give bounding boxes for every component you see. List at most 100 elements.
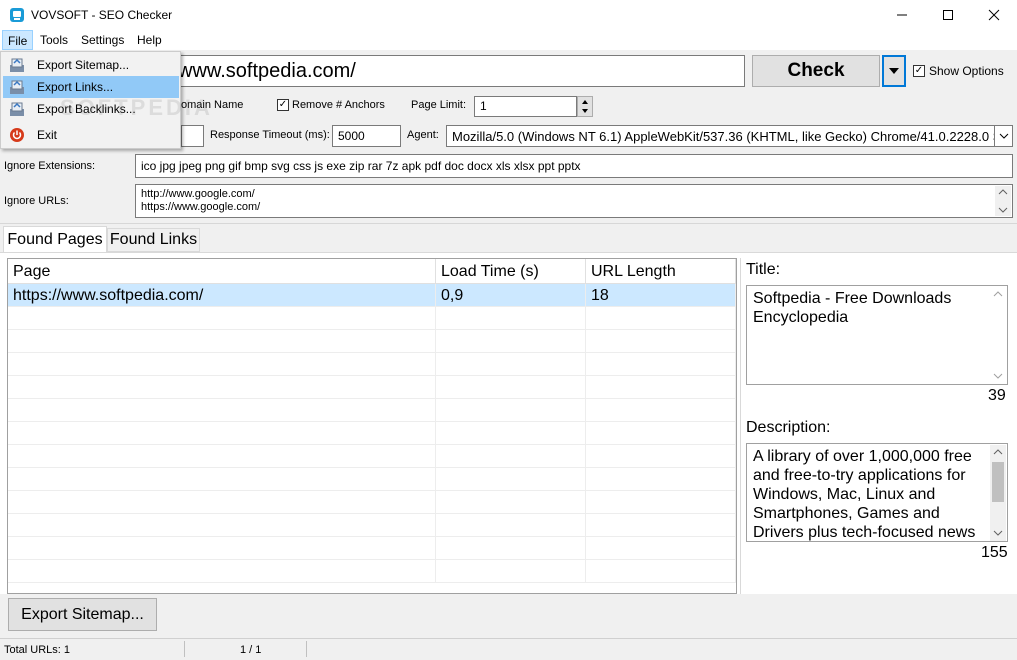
ignore-urls-label: Ignore URLs:: [4, 195, 69, 207]
domain-name-label: omain Name: [181, 99, 244, 111]
minimize-icon: [897, 14, 907, 16]
empty-cell: [436, 514, 586, 537]
menu-file[interactable]: File: [2, 30, 34, 50]
empty-cell: [8, 330, 436, 353]
empty-cell: [586, 376, 736, 399]
column-header-load-time[interactable]: Load Time (s): [436, 259, 586, 284]
column-header-page[interactable]: Page: [8, 259, 436, 284]
response-timeout-input[interactable]: 5000: [332, 125, 401, 147]
menu-help[interactable]: Help: [132, 30, 167, 50]
empty-cell: [8, 445, 436, 468]
close-button[interactable]: [971, 0, 1017, 30]
table-row-empty: [8, 376, 736, 399]
description-textarea[interactable]: A library of over 1,000,000 free and fre…: [746, 443, 1008, 542]
empty-cell: [586, 514, 736, 537]
cell-url-length: 18: [586, 284, 736, 307]
empty-cell: [8, 399, 436, 422]
column-header-url-length[interactable]: URL Length: [586, 259, 736, 284]
ignore-url-line: https://www.google.com/: [141, 201, 261, 213]
close-icon: [988, 9, 1000, 21]
minimize-button[interactable]: [879, 0, 925, 30]
menu-settings[interactable]: Settings: [76, 30, 129, 50]
power-icon: [10, 128, 24, 142]
panel-divider: [740, 258, 741, 594]
separator: [0, 223, 1017, 224]
empty-cell: [586, 399, 736, 422]
title-textarea[interactable]: Softpedia - Free Downloads Encyclopedia: [746, 285, 1008, 385]
export-icon: [10, 80, 24, 94]
empty-cell: [586, 422, 736, 445]
menu-exit[interactable]: Exit: [3, 124, 179, 146]
status-divider: [306, 641, 307, 657]
tab-found-links[interactable]: Found Links: [107, 228, 200, 252]
check-button[interactable]: Check: [752, 55, 880, 87]
menu-tools[interactable]: Tools: [35, 30, 73, 50]
empty-cell: [8, 353, 436, 376]
empty-cell: [586, 468, 736, 491]
menu-export-backlinks[interactable]: Export Backlinks...: [3, 98, 179, 120]
tab-found-pages[interactable]: Found Pages: [3, 226, 107, 253]
table-row-empty: [8, 307, 736, 330]
status-bar: Total URLs: 1 1 / 1: [0, 638, 1017, 660]
empty-cell: [586, 353, 736, 376]
spinner-arrows-icon: [582, 100, 588, 113]
status-pages: 1 / 1: [240, 644, 262, 656]
empty-cell: [436, 353, 586, 376]
url-input[interactable]: www.softpedia.com/: [167, 55, 745, 87]
empty-cell: [8, 491, 436, 514]
remove-anchors-checkbox[interactable]: ✓: [277, 99, 289, 111]
ignore-url-line: http://www.google.com/: [141, 188, 255, 200]
empty-cell: [436, 491, 586, 514]
empty-cell: [436, 307, 586, 330]
empty-cell: [436, 468, 586, 491]
title-scrollbar[interactable]: [990, 287, 1006, 384]
page-limit-input[interactable]: 1: [474, 96, 577, 117]
show-options-checkbox[interactable]: ✓: [913, 65, 925, 77]
table-row-empty: [8, 514, 736, 537]
empty-cell: [436, 399, 586, 422]
scroll-arrows-icon: [992, 449, 1004, 536]
ignore-urls-scrollbar[interactable]: [995, 186, 1011, 216]
empty-cell: [586, 445, 736, 468]
ignore-urls-textarea[interactable]: http://www.google.com/ https://www.googl…: [135, 184, 1013, 218]
export-icon: [10, 58, 24, 72]
menu-export-sitemap[interactable]: Export Sitemap...: [3, 54, 179, 76]
export-icon: [10, 102, 24, 116]
status-divider: [184, 641, 185, 657]
description-text: A library of over 1,000,000 free and fre…: [753, 448, 976, 541]
empty-cell: [586, 330, 736, 353]
response-timeout-label: Response Timeout (ms):: [210, 129, 330, 141]
description-char-count: 155: [981, 544, 1008, 561]
menu-export-links-label: Export Links...: [37, 80, 114, 94]
domain-field-partial[interactable]: [181, 125, 204, 147]
page-limit-label: Page Limit:: [411, 99, 467, 111]
description-scrollbar[interactable]: [990, 445, 1006, 541]
empty-cell: [8, 376, 436, 399]
empty-cell: [586, 560, 736, 583]
agent-dropdown-button[interactable]: [995, 125, 1013, 147]
ignore-extensions-input[interactable]: ico jpg jpeg png gif bmp svg css js exe …: [135, 154, 1013, 178]
menu-exit-label: Exit: [37, 128, 58, 142]
empty-cell: [436, 445, 586, 468]
maximize-button[interactable]: [925, 0, 971, 30]
status-total-urls: Total URLs: 1: [4, 644, 71, 656]
empty-cell: [8, 422, 436, 445]
check-dropdown-button[interactable]: [882, 55, 906, 87]
empty-cell: [586, 537, 736, 560]
agent-input[interactable]: Mozilla/5.0 (Windows NT 6.1) AppleWebKit…: [446, 125, 995, 147]
menu-export-links[interactable]: Export Links...: [3, 76, 179, 98]
empty-cell: [436, 422, 586, 445]
page-limit-spinner[interactable]: [577, 96, 593, 117]
file-menu-dropdown: Export Sitemap... Export Links... Export…: [0, 51, 181, 149]
ignore-extensions-label: Ignore Extensions:: [4, 160, 96, 172]
export-sitemap-button[interactable]: Export Sitemap...: [8, 598, 157, 631]
table-row[interactable]: https://www.softpedia.com/ 0,9 18: [8, 284, 736, 307]
cell-load-time: 0,9: [436, 284, 586, 307]
title-label: Title:: [746, 261, 781, 278]
scroll-arrows-icon: [993, 291, 1003, 379]
title-char-count: 39: [988, 387, 1006, 404]
window-title: VOVSOFT - SEO Checker: [31, 8, 173, 22]
description-label: Description:: [746, 419, 831, 436]
empty-cell: [436, 560, 586, 583]
table-row-empty: [8, 468, 736, 491]
